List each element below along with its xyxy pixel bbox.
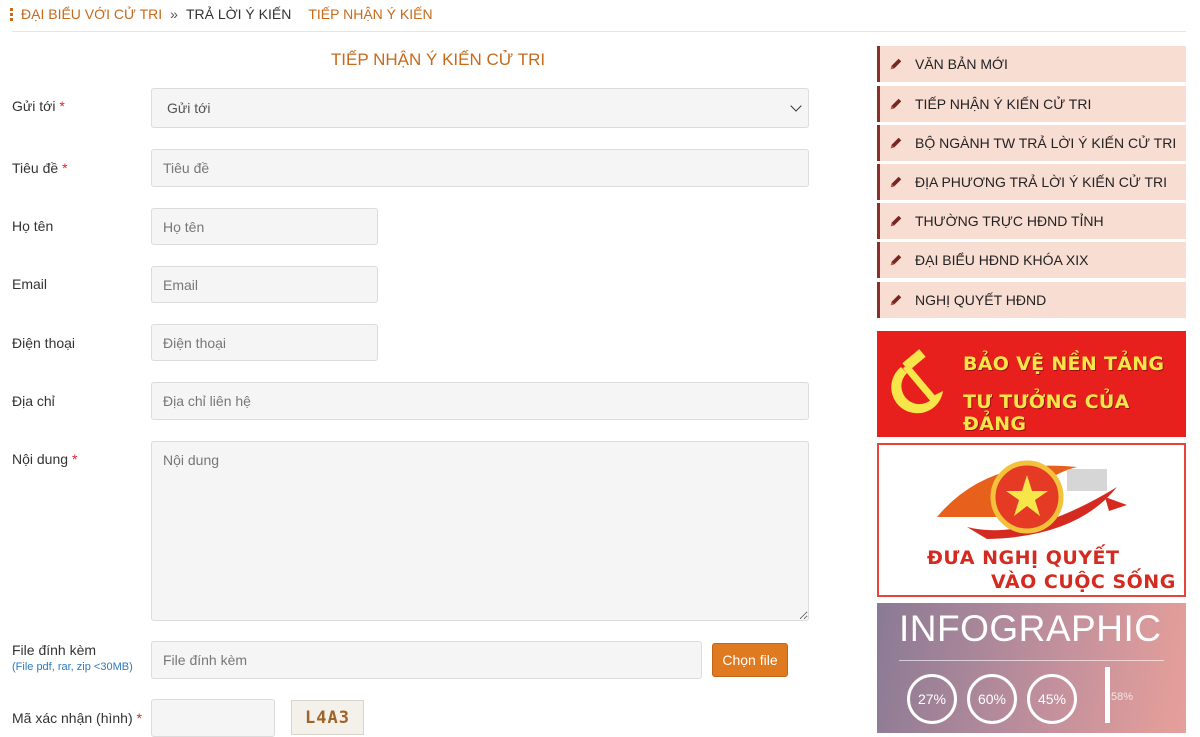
sidebar-item-label: TIẾP NHẬN Ý KIẾN CỬ TRI <box>915 96 1092 112</box>
subject-label: Tiêu đề * <box>12 160 68 176</box>
banner-dua-nghi-quyet[interactable]: ĐƯA NGHỊ QUYẾT VÀO CUỘC SỐNG <box>877 443 1186 597</box>
sidebar-item-dia-phuong[interactable]: ĐỊA PHƯƠNG TRẢ LỜI Ý KIẾN CỬ TRI <box>877 164 1186 200</box>
sidebar-item-dai-bieu[interactable]: ĐẠI BIỂU HĐND KHÓA XIX <box>877 242 1186 278</box>
banner-bao-ve-nen-tang[interactable]: BẢO VỆ NỀN TẢNG TƯ TƯỞNG CỦA ĐẢNG <box>877 331 1186 437</box>
address-label: Địa chỉ <box>12 393 55 409</box>
sidebar-item-tiep-nhan[interactable]: TIẾP NHẬN Ý KIẾN CỬ TRI <box>877 86 1186 122</box>
banner3-title: INFOGRAPHIC <box>899 608 1162 649</box>
content-textarea[interactable] <box>151 441 809 621</box>
attachment-hint: (File pdf, rar, zip <30MB) <box>12 661 133 673</box>
sidebar-item-label: THƯỜNG TRỰC HĐND TỈNH <box>915 213 1104 229</box>
banner-infographic[interactable]: INFOGRAPHIC 27% 60% 45% 58% <box>877 603 1186 733</box>
banner2-line2: VÀO CUỘC SỐNG <box>991 571 1176 593</box>
pencil-icon <box>890 254 902 266</box>
hammer-sickle-icon <box>891 349 943 414</box>
sidebar-item-bo-nganh[interactable]: BỘ NGÀNH TW TRẢ LỜI Ý KIẾN CỬ TRI <box>877 125 1186 161</box>
pencil-icon <box>890 176 902 188</box>
address-input[interactable] <box>151 382 809 420</box>
sidebar-item-label: NGHỊ QUYẾT HĐND <box>915 292 1047 308</box>
pencil-icon <box>890 215 902 227</box>
email-input[interactable] <box>151 266 378 303</box>
breadcrumb: ĐẠI BIỂU VỚI CỬ TRI » TRẢ LỜI Ý KIẾN TIẾ… <box>10 3 433 25</box>
breadcrumb-link-dai-bieu[interactable]: ĐẠI BIỂU VỚI CỬ TRI <box>21 6 162 22</box>
banner2-line1: ĐƯA NGHỊ QUYẾT <box>927 547 1120 569</box>
banner1-line2: TƯ TƯỞNG CỦA ĐẢNG <box>963 391 1130 435</box>
breadcrumb-link-tra-loi[interactable]: TRẢ LỜI Ý KIẾN <box>186 6 291 22</box>
banner3-rule <box>899 660 1164 661</box>
banner3-stat-3: 45% <box>1027 674 1077 724</box>
pencil-icon <box>890 98 902 110</box>
sidebar-item-thuong-truc[interactable]: THƯỜNG TRỰC HĐND TỈNH <box>877 203 1186 239</box>
captcha-label: Mã xác nhận (hình) * <box>12 710 142 726</box>
required-mark: * <box>59 98 65 114</box>
sidebar-item-label: ĐẠI BIỂU HĐND KHÓA XIX <box>915 252 1089 268</box>
phone-input[interactable] <box>151 324 378 361</box>
captcha-input[interactable] <box>151 699 275 737</box>
national-emblem-icon <box>937 460 1127 539</box>
full-name-label: Họ tên <box>12 218 54 234</box>
banner3-stat-2: 60% <box>967 674 1017 724</box>
breadcrumb-current: TIẾP NHẬN Ý KIẾN <box>308 6 433 22</box>
breadcrumb-divider <box>12 31 1186 32</box>
required-mark: * <box>62 160 68 176</box>
pencil-icon <box>890 137 902 149</box>
sidebar-item-label: VĂN BẢN MỚI <box>915 56 1008 72</box>
required-mark: * <box>136 710 142 726</box>
form-title: TIẾP NHẬN Ý KIẾN CỬ TRI <box>330 50 546 69</box>
content-label: Nội dung * <box>12 451 78 467</box>
pencil-icon <box>890 58 902 70</box>
sidebar-item-nghi-quyet[interactable]: NGHỊ QUYẾT HĐND <box>877 282 1186 318</box>
phone-label: Điện thoại <box>12 335 76 351</box>
chevron-down-icon <box>790 100 802 112</box>
attachment-label: File đính kèm <box>12 642 97 658</box>
captcha-image: L4A3 <box>291 700 364 735</box>
send-to-label: Gửi tới * <box>12 98 65 114</box>
breadcrumb-marker-icon <box>10 7 13 21</box>
choose-file-button[interactable]: Chọn file <box>712 643 788 677</box>
banner3-bar <box>1105 667 1110 723</box>
banner1-line1: BẢO VỆ NỀN TẢNG <box>963 353 1165 375</box>
sidebar-item-van-ban-moi[interactable]: VĂN BẢN MỚI <box>877 46 1186 82</box>
required-mark: * <box>71 451 78 467</box>
send-to-select[interactable]: Gửi tới <box>151 88 809 128</box>
breadcrumb-separator: » <box>170 6 178 22</box>
attachment-input[interactable] <box>151 641 702 679</box>
sidebar-item-label: ĐỊA PHƯƠNG TRẢ LỜI Ý KIẾN CỬ TRI <box>915 174 1168 190</box>
pencil-icon <box>890 294 902 306</box>
subject-input[interactable] <box>151 149 809 187</box>
send-to-select-value: Gửi tới <box>167 100 211 116</box>
banner3-stat-1: 27% <box>907 674 957 724</box>
email-label: Email <box>12 276 48 292</box>
sidebar-item-label: BỘ NGÀNH TW TRẢ LỜI Ý KIẾN CỬ TRI <box>915 135 1177 151</box>
full-name-input[interactable] <box>151 208 378 245</box>
banner3-side-value: 58% <box>1111 691 1134 703</box>
